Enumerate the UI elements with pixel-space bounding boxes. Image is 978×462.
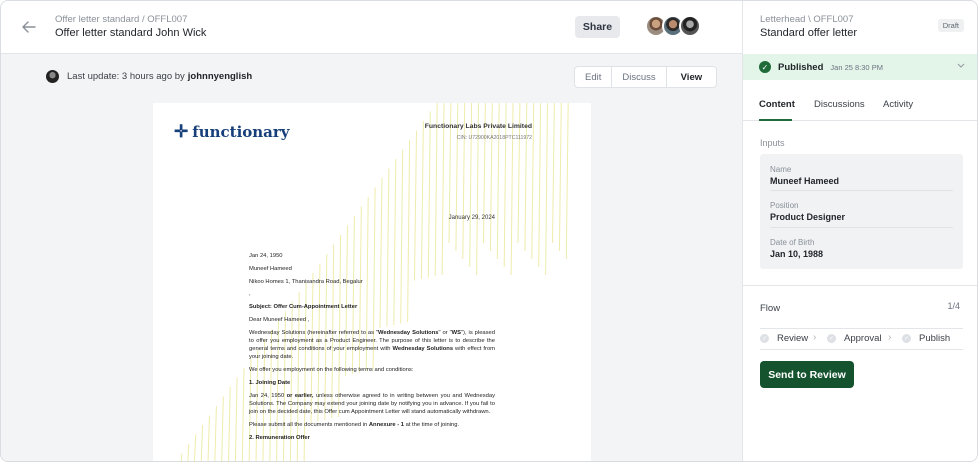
input-fields: Name Muneef Hameed Position Product Desi… — [760, 154, 963, 269]
subject-text: Subject: Offer Cum-Appointment Letter — [249, 304, 358, 311]
view-mode-button[interactable]: View — [667, 67, 716, 87]
document-canvas: Last update: 3 hours ago by johnnyenglis… — [1, 54, 742, 461]
app-window: Offer letter standard / OFFL007 Offer le… — [0, 0, 978, 462]
text-run: Wednesday Solutions (hereinafter referre… — [249, 329, 379, 336]
status-date: Jan 25 8:30 PM — [830, 62, 883, 72]
last-update-text: Last update: 3 hours ago by — [67, 71, 185, 82]
step-label: Approval — [844, 333, 882, 344]
field-label: Name — [770, 165, 792, 174]
field-value: Jan 10, 1988 — [770, 249, 824, 259]
text-run: Please submit all the documents mentione… — [249, 421, 369, 428]
text-run: Jan 24, 1950 — [249, 392, 287, 399]
letterhead-breadcrumb[interactable]: Letterhead \ OFFL007 — [760, 14, 853, 25]
status-label: Published — [778, 61, 824, 73]
text-run: WS — [451, 329, 461, 336]
recipient-address-extra: , — [249, 291, 251, 298]
flow-steps: ✓ Review › ✓ Approval › ✓ Publish — [760, 328, 963, 350]
divider — [770, 190, 953, 191]
breadcrumb[interactable]: Offer letter standard / OFFL007 — [55, 14, 187, 25]
text-run: 2. Remuneration Offer — [249, 434, 310, 441]
paragraph: Jan 24, 1950 or earlier, unless otherwis… — [249, 392, 495, 417]
flow-heading: Flow — [760, 303, 781, 314]
step-label: Publish — [919, 333, 951, 344]
status-badge: Draft — [937, 19, 964, 32]
avatar — [46, 70, 59, 83]
text-run: 1. Joining Date — [249, 379, 291, 386]
flow-step-publish[interactable]: ✓ Publish — [902, 333, 950, 344]
company-logo: ✛ functionary — [174, 122, 290, 142]
logo-plus-icon: ✛ — [174, 122, 189, 142]
last-update-user[interactable]: johnnyenglish — [188, 71, 252, 82]
step-circle-icon: ✓ — [760, 334, 769, 343]
check-circle-icon: ✓ — [759, 61, 771, 73]
paragraph: Please submit all the documents mentione… — [249, 421, 495, 429]
text-run: Wednesday Solutions — [392, 346, 454, 353]
template-title: Standard offer letter — [760, 27, 858, 39]
text-run: Wednesday Solutions — [378, 329, 439, 336]
field-label: Position — [770, 201, 799, 210]
flow-step-approval[interactable]: ✓ Approval — [827, 333, 882, 344]
chevron-down-icon[interactable] — [956, 60, 966, 73]
back-arrow-icon[interactable] — [19, 17, 39, 37]
details-panel: Letterhead \ OFFL007 Standard offer lett… — [742, 1, 977, 461]
date-line: Jan 24, 1950 — [249, 253, 283, 259]
recipient-address: Nikoo Homes 1, Thanisandra Road, Begalur — [249, 278, 363, 285]
document-header: Offer letter standard / OFFL007 Offer le… — [1, 1, 742, 54]
step-circle-icon: ✓ — [827, 334, 836, 343]
letter-page: ✛ functionary Functionary Labs Private L… — [153, 103, 591, 461]
avatar[interactable] — [679, 15, 701, 37]
step-circle-icon: ✓ — [902, 334, 911, 343]
recipient-name: Muneef Hameed — [249, 265, 292, 272]
field-value: Product Designer — [770, 212, 846, 222]
field-label: Date of Birth — [770, 238, 815, 247]
greeting: Dear Muneef Hameed , — [249, 316, 310, 323]
page-title: Offer letter standard John Wick — [55, 27, 207, 39]
chevron-right-icon: › — [813, 332, 817, 343]
field-date-of-birth[interactable]: Date of Birth Jan 10, 1988 — [770, 238, 953, 259]
last-update-info: Last update: 3 hours ago by johnnyenglis… — [46, 70, 252, 83]
tab-discussions[interactable]: Discussions — [814, 99, 865, 110]
mode-switcher: Edit Discuss View — [574, 66, 718, 88]
chevron-right-icon: › — [888, 332, 892, 343]
letter-body: Jan 24, 1950 Muneef Hameed Nikoo Homes 1… — [249, 252, 495, 447]
edit-mode-button[interactable]: Edit — [575, 67, 613, 87]
send-to-review-button[interactable]: Send to Review — [760, 361, 854, 388]
collaborator-avatars[interactable] — [645, 15, 705, 39]
tab-content[interactable]: Content — [759, 99, 795, 110]
text-run: " or " — [438, 329, 452, 336]
section-title: 1. Joining Date — [249, 379, 495, 387]
paragraph: We offer you employment on the following… — [249, 367, 414, 374]
share-button[interactable]: Share — [575, 16, 620, 38]
field-name[interactable]: Name Muneef Hameed — [770, 165, 953, 186]
discuss-mode-button[interactable]: Discuss — [612, 67, 667, 87]
field-value: Muneef Hameed — [770, 176, 840, 186]
divider — [743, 285, 977, 286]
letter-date: January 29, 2024 — [448, 215, 495, 221]
panel-tabs: Content Discussions Activity — [743, 81, 977, 121]
field-position[interactable]: Position Product Designer — [770, 201, 953, 222]
inputs-heading: Inputs — [760, 138, 785, 148]
active-tab-indicator — [759, 119, 792, 121]
paragraph: Wednesday Solutions (hereinafter referre… — [249, 329, 495, 362]
flow-step-review[interactable]: ✓ Review — [760, 333, 808, 344]
letter-subject: Subject: Offer Cum-Appointment Letter — [249, 303, 495, 311]
logo-text: functionary — [192, 123, 290, 141]
company-cin: CIN: U72900KA2018PTC111972 — [456, 135, 532, 141]
tab-activity[interactable]: Activity — [883, 99, 913, 110]
company-name: Functionary Labs Private Limited — [424, 123, 532, 130]
section-title: 2. Remuneration Offer — [249, 434, 495, 442]
text-run: at the time of joining. — [404, 421, 460, 428]
step-label: Review — [777, 333, 809, 344]
text-run: or earlier, — [286, 392, 314, 399]
text-run: Annexure - 1 — [368, 421, 404, 428]
published-status-bar[interactable]: ✓ Published Jan 25 8:30 PM — [743, 54, 977, 80]
divider — [770, 227, 953, 228]
flow-progress-count: 1/4 — [947, 301, 960, 311]
